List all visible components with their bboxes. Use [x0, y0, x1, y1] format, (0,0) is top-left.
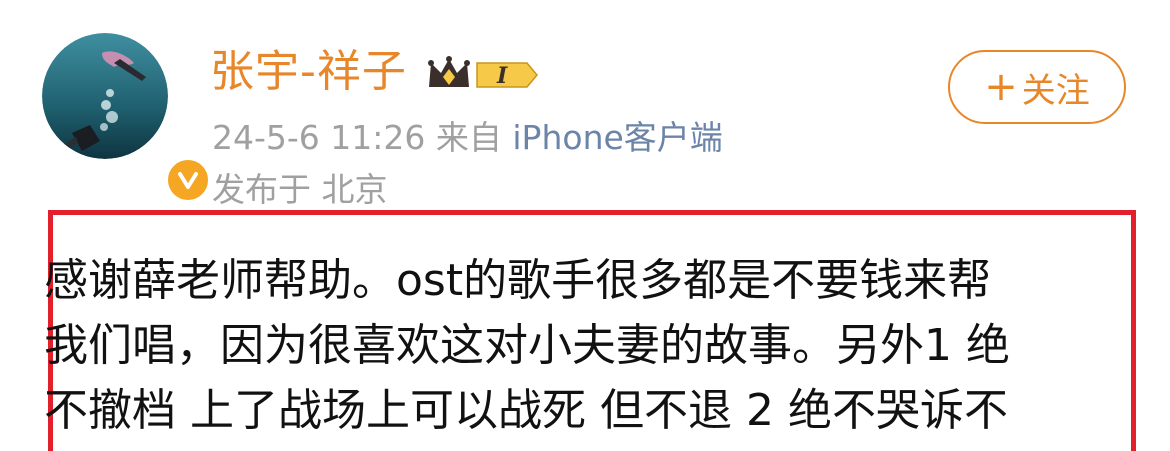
avatar-photo [42, 33, 168, 159]
timestamp: 24-5-6 11:26 [212, 118, 426, 157]
follow-label: 关注 [1021, 70, 1090, 111]
source-prefix: 来自 [435, 118, 502, 157]
vip-level: I [496, 63, 508, 89]
source-link[interactable]: iPhone客户端 [512, 118, 722, 157]
weibo-post: 张宇-祥子 I 24-5-6 11:26 来自 iPhone客户端 发布于 北京… [0, 0, 1170, 451]
post-location: 发布于 北京 [212, 170, 388, 209]
avatar[interactable] [42, 33, 212, 204]
verified-v-icon [164, 156, 212, 204]
content-line-3: 不撤档 上了战场上可以战死 但不退 2 绝不哭诉不 [44, 385, 1008, 436]
post-content: 感谢薛老师帮助。ost的歌手很多都是不要钱来帮 我们唱，因为很喜欢这对小夫妻的故… [44, 248, 1134, 443]
post-meta: 24-5-6 11:26 来自 iPhone客户端 [212, 116, 723, 160]
username[interactable]: 张宇-祥子 [210, 44, 407, 100]
content-line-1: 感谢薛老师帮助。ost的歌手很多都是不要钱来帮 [44, 255, 992, 306]
content-line-2: 我们唱，因为很喜欢这对小夫妻的故事。另外1 绝 [44, 320, 1010, 371]
plus-icon: + [984, 64, 1018, 110]
follow-button[interactable]: + 关注 [948, 50, 1126, 124]
crown-vip-icon[interactable]: I [427, 55, 541, 95]
